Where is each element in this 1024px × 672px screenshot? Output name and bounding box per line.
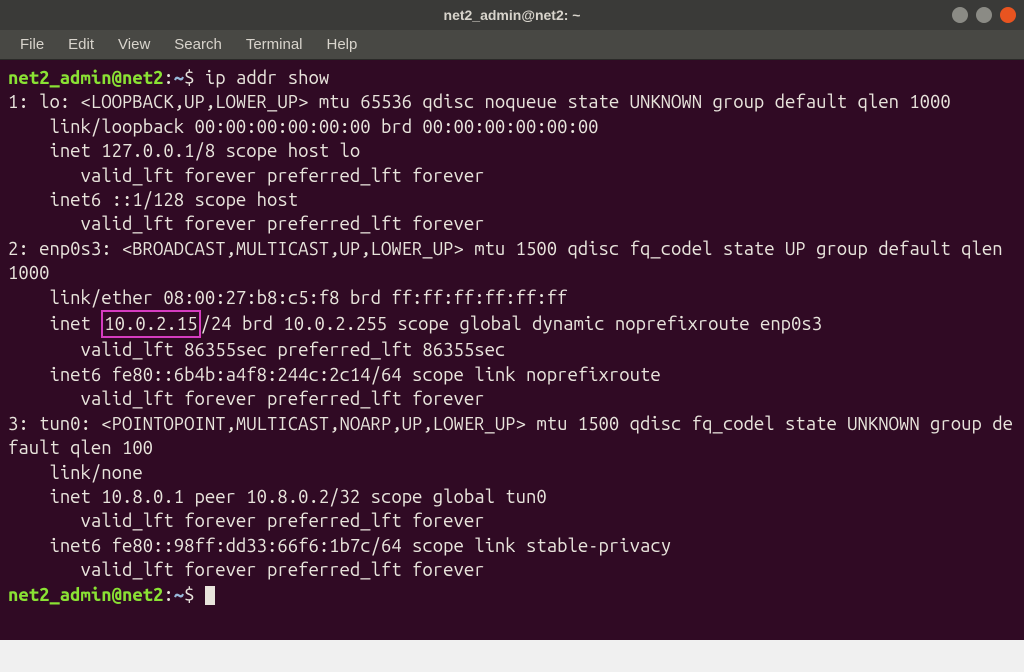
prompt-path: ~	[174, 68, 184, 88]
prompt-sep: :	[163, 68, 173, 88]
menu-help[interactable]: Help	[317, 32, 368, 57]
output-line: link/ether 08:00:27:b8:c5:f8 brd ff:ff:f…	[8, 288, 567, 308]
minimize-icon[interactable]	[952, 7, 968, 23]
prompt-dollar: $	[184, 585, 205, 605]
cursor-icon	[205, 586, 215, 605]
prompt-userhost: net2_admin@net2	[8, 585, 163, 605]
prompt-userhost: net2_admin@net2	[8, 68, 163, 88]
prompt-sep: :	[163, 585, 173, 605]
output-line: link/loopback 00:00:00:00:00:00 brd 00:0…	[8, 117, 599, 137]
menu-file[interactable]: File	[10, 32, 54, 57]
highlighted-ip: 10.0.2.15	[101, 310, 200, 338]
menu-view[interactable]: View	[108, 32, 160, 57]
output-line: valid_lft forever preferred_lft forever	[8, 166, 485, 186]
maximize-icon[interactable]	[976, 7, 992, 23]
output-line: 1: lo: <LOOPBACK,UP,LOWER_UP> mtu 65536 …	[8, 92, 951, 112]
output-line: inet6 fe80::98ff:dd33:66f6:1b7c/64 scope…	[8, 536, 671, 556]
menu-terminal[interactable]: Terminal	[236, 32, 313, 57]
inet-pre: inet	[8, 314, 101, 334]
output-line: valid_lft forever preferred_lft forever	[8, 389, 485, 409]
window-controls	[952, 7, 1016, 23]
menubar: File Edit View Search Terminal Help	[0, 30, 1024, 60]
close-icon[interactable]	[1000, 7, 1016, 23]
output-line: valid_lft forever preferred_lft forever	[8, 511, 485, 531]
output-line: valid_lft forever preferred_lft forever	[8, 560, 485, 580]
menu-edit[interactable]: Edit	[58, 32, 104, 57]
output-line: inet6 ::1/128 scope host	[8, 190, 298, 210]
output-line: 2: enp0s3: <BROADCAST,MULTICAST,UP,LOWER…	[8, 239, 1013, 283]
output-line: inet 127.0.0.1/8 scope host lo	[8, 141, 360, 161]
output-line: inet 10.8.0.1 peer 10.8.0.2/32 scope glo…	[8, 487, 547, 507]
menu-search[interactable]: Search	[164, 32, 232, 57]
terminal-body[interactable]: net2_admin@net2:~$ ip addr show 1: lo: <…	[0, 60, 1024, 640]
output-line: inet6 fe80::6b4b:a4f8:244c:2c14/64 scope…	[8, 365, 661, 385]
window-title: net2_admin@net2: ~	[444, 7, 581, 23]
output-line: valid_lft forever preferred_lft forever	[8, 214, 485, 234]
inet-post: /24 brd 10.0.2.255 scope global dynamic …	[201, 314, 823, 334]
output-line: valid_lft 86355sec preferred_lft 86355se…	[8, 340, 505, 360]
output-line: 3: tun0: <POINTOPOINT,MULTICAST,NOARP,UP…	[8, 414, 1013, 458]
output-line: link/none	[8, 463, 143, 483]
prompt-path: ~	[174, 585, 184, 605]
prompt-dollar: $	[184, 68, 205, 88]
command-text: ip addr show	[205, 68, 329, 88]
titlebar: net2_admin@net2: ~	[0, 0, 1024, 30]
terminal-window: net2_admin@net2: ~ File Edit View Search…	[0, 0, 1024, 640]
